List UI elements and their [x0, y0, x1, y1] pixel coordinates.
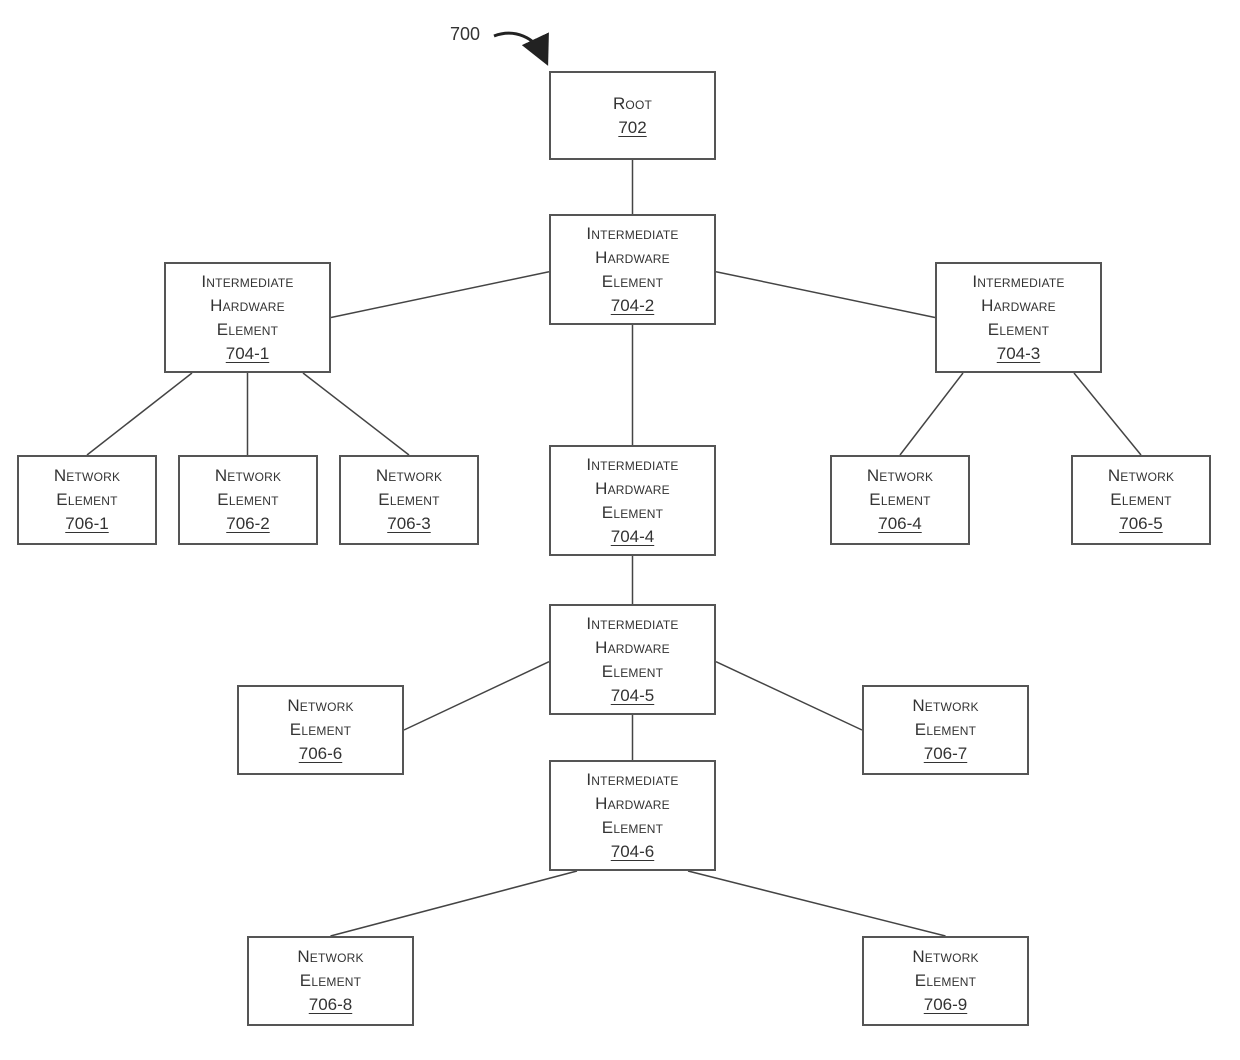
node-reference-number: 706-6	[298, 744, 343, 763]
edge-ihe_704_6-ne_706_9	[687, 870, 946, 937]
node-label-line: Element	[217, 490, 279, 509]
node-label-line: Network	[912, 696, 979, 715]
edge-ihe_704_5-ne_706_7	[715, 661, 863, 731]
node-reference-number: 704-3	[996, 343, 1041, 363]
node-label-line: Element	[601, 661, 664, 681]
node-ihe-704-1: Intermediate Hardware Element 704-1	[164, 262, 331, 373]
node-reference-number: 706-5	[1119, 514, 1163, 533]
node-ne-706-5: Network Element 706-5	[1071, 455, 1211, 545]
node-reference-number: 706-3	[387, 514, 431, 533]
node-ne-706-9: Network Element 706-9	[862, 936, 1029, 1026]
node-label-line: Element	[216, 319, 279, 339]
node-root: Root 702	[549, 71, 716, 160]
node-label-line: Element	[869, 490, 931, 509]
edge-ihe_704_1-ne_706_3	[302, 372, 410, 456]
node-label-line: Intermediate	[586, 223, 679, 243]
edge-ihe_704_6-ne_706_8	[330, 870, 578, 937]
node-reference-number: 704-4	[610, 526, 655, 546]
node-ne-706-6: Network Element 706-6	[237, 685, 404, 775]
node-label-line: Hardware	[595, 637, 670, 657]
node-ne-706-4: Network Element 706-4	[830, 455, 970, 545]
node-label-line: Network	[1107, 466, 1175, 485]
edge-ihe_704_3-ne_706_4	[899, 372, 964, 456]
node-label-line: Hardware	[981, 295, 1056, 315]
node-label-line: Element	[378, 490, 440, 509]
node-label-line: Element	[601, 271, 664, 291]
node-reference-number: 706-4	[878, 514, 922, 533]
node-label-line: Intermediate	[586, 613, 679, 633]
node-label-line: Network	[912, 947, 979, 966]
node-label-line: Network	[297, 947, 364, 966]
node-label-line: Intermediate	[586, 769, 679, 789]
node-label-line: Element	[601, 502, 664, 522]
node-label-line: Element	[987, 319, 1050, 339]
node-ihe-704-5: Intermediate Hardware Element 704-5	[549, 604, 716, 715]
node-label-line: Network	[375, 466, 443, 485]
node-label-line: Network	[214, 466, 282, 485]
node-label-line: Network	[53, 466, 121, 485]
node-label-line: Hardware	[210, 295, 285, 315]
node-reference-number: 702	[618, 117, 647, 137]
edge-ihe_704_1-ne_706_1	[86, 372, 193, 456]
node-ne-706-1: Network Element 706-1	[17, 455, 157, 545]
node-label-line: Hardware	[595, 247, 670, 267]
node-ne-706-3: Network Element 706-3	[339, 455, 479, 545]
node-reference-number: 706-1	[65, 514, 109, 533]
edge-ihe_704_5-ne_706_6	[403, 661, 550, 731]
node-label-line: Element	[56, 490, 118, 509]
node-ne-706-8: Network Element 706-8	[247, 936, 414, 1026]
node-reference-number: 706-8	[308, 995, 353, 1014]
node-reference-number: 706-9	[923, 995, 968, 1014]
node-label-line: Root	[612, 93, 653, 113]
figure-label: 700	[450, 24, 481, 44]
node-ne-706-2: Network Element 706-2	[178, 455, 318, 545]
node-label-line: Element	[1110, 490, 1172, 509]
node-ne-706-7: Network Element 706-7	[862, 685, 1029, 775]
node-reference-number: 704-2	[610, 295, 655, 315]
node-reference-number: 706-7	[923, 744, 968, 763]
node-label-line: Hardware	[595, 478, 670, 498]
edge-ihe_704_2-ihe_704_3	[715, 270, 936, 319]
node-ihe-704-4: Intermediate Hardware Element 704-4	[549, 445, 716, 556]
node-label-line: Intermediate	[586, 454, 679, 474]
node-ihe-704-2: Intermediate Hardware Element 704-2	[549, 214, 716, 325]
node-label-line: Element	[299, 971, 362, 990]
node-label-line: Intermediate	[201, 271, 294, 291]
node-reference-number: 706-2	[226, 514, 270, 533]
node-reference-number: 704-1	[225, 343, 270, 363]
node-reference-number: 704-6	[610, 841, 655, 861]
node-label-line: Element	[914, 720, 977, 739]
node-label-line: Intermediate	[972, 271, 1065, 291]
node-label-line: Network	[866, 466, 934, 485]
node-reference-number: 704-5	[610, 685, 655, 705]
figure-pointer-arrow	[493, 31, 549, 66]
node-label-line: Element	[914, 971, 977, 990]
node-label-line: Hardware	[595, 793, 670, 813]
edge-ihe_704_2-ihe_704_1	[330, 270, 550, 319]
node-ihe-704-3: Intermediate Hardware Element 704-3	[935, 262, 1102, 373]
node-label-line: Element	[601, 817, 664, 837]
node-label-line: Element	[289, 720, 352, 739]
node-label-line: Network	[287, 696, 354, 715]
edge-ihe_704_3-ne_706_5	[1073, 372, 1142, 456]
node-ihe-704-6: Intermediate Hardware Element 704-6	[549, 760, 716, 871]
